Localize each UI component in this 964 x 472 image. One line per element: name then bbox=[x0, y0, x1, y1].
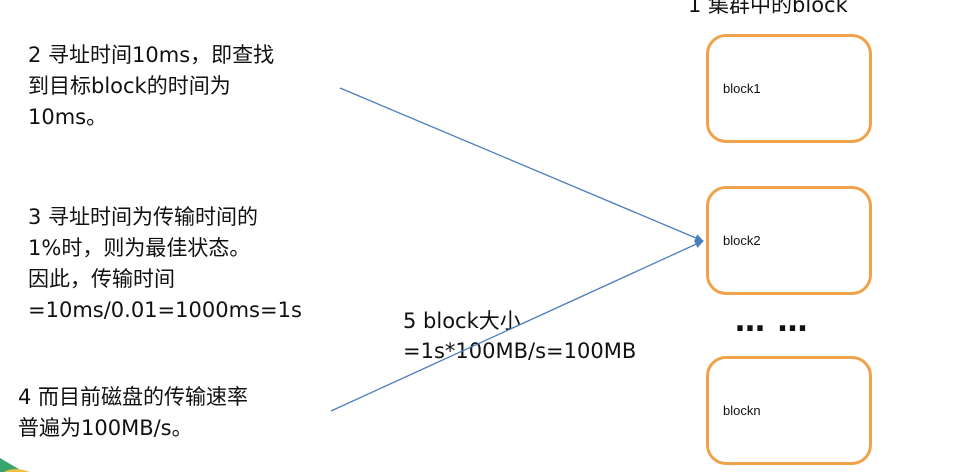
arrows-layer bbox=[330, 87, 704, 412]
corner-decoration bbox=[0, 458, 30, 472]
arrow-seek-to-block2 bbox=[339, 87, 704, 242]
arrow-rate-to-block2 bbox=[330, 240, 704, 412]
